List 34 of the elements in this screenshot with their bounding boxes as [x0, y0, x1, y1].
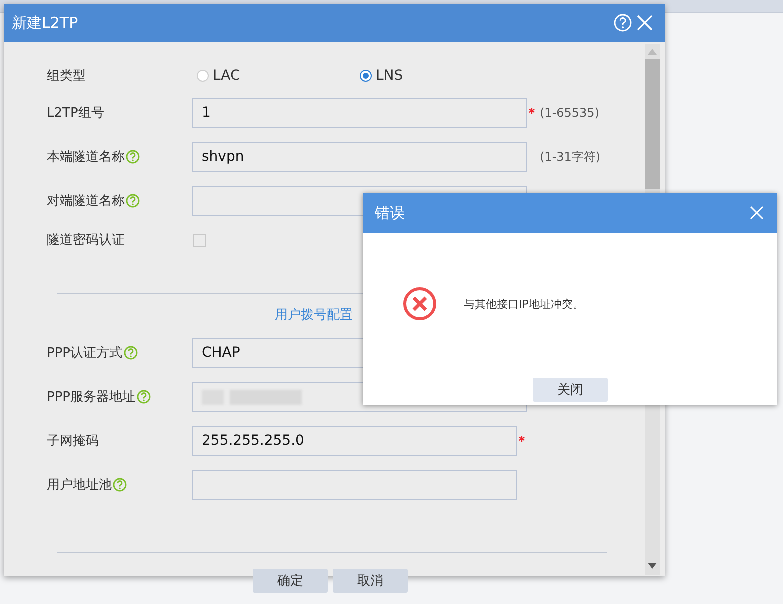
- close-icon[interactable]: [635, 13, 655, 33]
- error-message: 与其他接口IP地址冲突。: [464, 296, 584, 312]
- field-label: 对端隧道名称: [47, 193, 125, 210]
- input-field[interactable]: 1: [192, 98, 527, 128]
- field-label: 组类型: [47, 68, 86, 85]
- hint-text: (1-65535): [540, 106, 600, 120]
- input-field[interactable]: shvpn: [192, 142, 527, 172]
- help-icon[interactable]: [113, 478, 127, 492]
- checkbox[interactable]: [193, 234, 206, 246]
- radio-option[interactable]: LAC: [192, 68, 355, 84]
- help-icon[interactable]: [126, 194, 140, 208]
- radio-option[interactable]: LNS: [355, 68, 518, 84]
- scroll-thumb[interactable]: [645, 59, 660, 189]
- hint-text: (1-31字符): [540, 148, 601, 166]
- help-icon[interactable]: [136, 390, 151, 404]
- field-label: PPP服务器地址: [47, 389, 136, 406]
- close-button[interactable]: 关闭: [533, 378, 608, 402]
- dialog-title: 新建L2TP: [12, 14, 80, 32]
- field-label: 子网掩码: [47, 433, 99, 450]
- scroll-up-icon[interactable]: [648, 49, 657, 55]
- error-title: 错误: [375, 204, 406, 222]
- field-label: 隧道密码认证: [47, 232, 125, 249]
- field-label: PPP认证方式: [47, 345, 123, 362]
- scroll-down-icon[interactable]: [648, 563, 657, 569]
- error-icon: [403, 287, 437, 321]
- field-label: 本端隧道名称: [47, 149, 125, 166]
- field-label: L2TP组号: [47, 105, 104, 122]
- help-icon[interactable]: [124, 346, 138, 360]
- input-field[interactable]: [192, 470, 517, 500]
- cancel-button[interactable]: 取消: [333, 569, 408, 593]
- help-icon[interactable]: [126, 150, 140, 164]
- confirm-button[interactable]: 确定: [253, 569, 328, 593]
- input-field[interactable]: 255.255.255.0: [192, 426, 517, 456]
- field-label: 用户地址池: [47, 477, 112, 494]
